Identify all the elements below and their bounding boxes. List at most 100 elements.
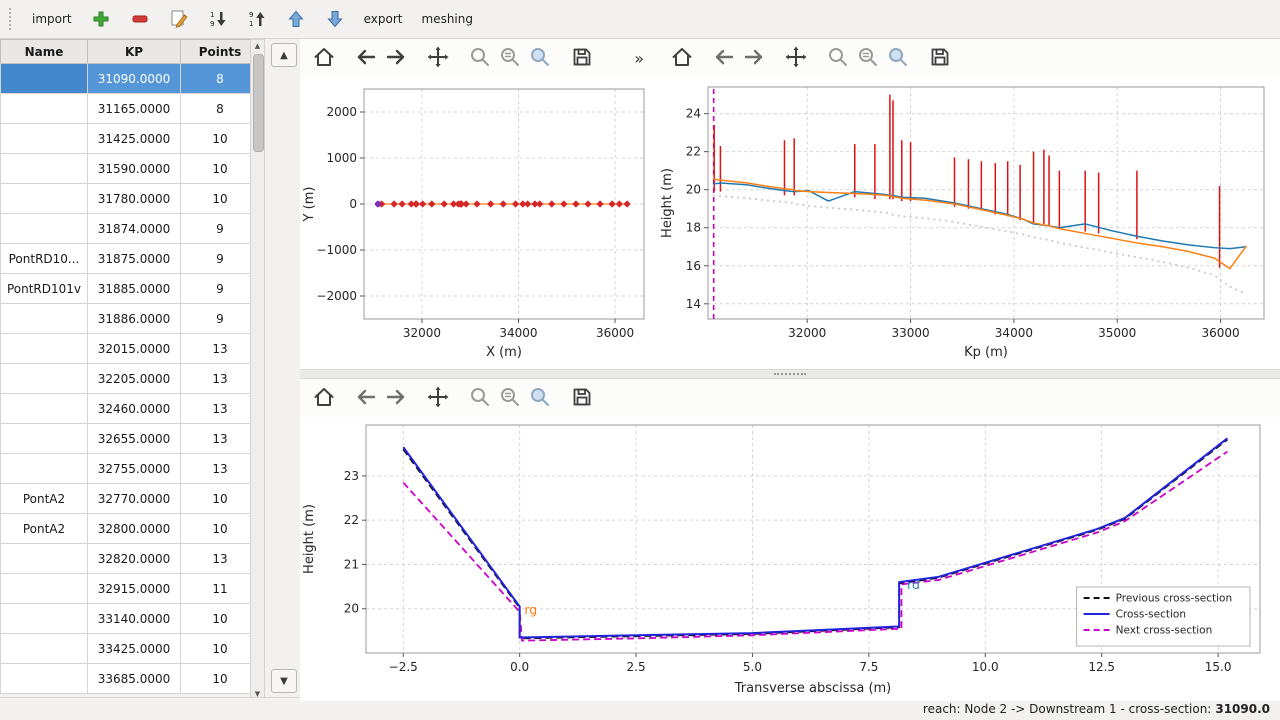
import-button[interactable]: import (23, 4, 81, 34)
table-row[interactable]: 32015.000013 (1, 334, 260, 364)
scrollbar-thumb[interactable] (253, 54, 264, 152)
name-cell[interactable] (1, 604, 88, 634)
kp-cell[interactable]: 32770.0000 (88, 484, 181, 514)
points-cell[interactable]: 11 (181, 574, 260, 604)
table-row[interactable]: 32820.000013 (1, 544, 260, 574)
table-row[interactable]: 31874.00009 (1, 214, 260, 244)
pan-button[interactable] (782, 44, 810, 72)
meshing-button[interactable]: meshing (413, 4, 483, 34)
table-row[interactable]: PontRD101v31885.00009 (1, 274, 260, 304)
kp-cell[interactable]: 31886.0000 (88, 304, 181, 334)
scroll-page-up-button[interactable]: ▲ (271, 43, 297, 67)
profile-figure[interactable]: 3200033000340003500036000141618202224Kp … (658, 77, 1280, 369)
name-cell[interactable] (1, 94, 88, 124)
toolbar-overflow-chevron[interactable]: » (630, 49, 648, 68)
subplots-config-button[interactable] (496, 384, 524, 412)
name-cell[interactable] (1, 454, 88, 484)
scrollbar-track[interactable] (252, 52, 263, 688)
horizontal-splitter[interactable] (300, 369, 1280, 379)
table-row[interactable]: 31780.000010 (1, 184, 260, 214)
kp-cell[interactable]: 32800.0000 (88, 514, 181, 544)
name-cell[interactable]: PontA2 (1, 514, 88, 544)
sort-descending-button[interactable]: 19 (199, 4, 237, 34)
scroll-up-arrow-icon[interactable]: ▲ (252, 40, 263, 52)
move-down-button[interactable] (316, 4, 354, 34)
points-cell[interactable]: 9 (181, 244, 260, 274)
name-cell[interactable] (1, 304, 88, 334)
zoom-rect-button[interactable] (824, 44, 852, 72)
zoom-rect-button[interactable] (466, 384, 494, 412)
name-cell[interactable] (1, 424, 88, 454)
name-cell[interactable]: PontRD10... (1, 244, 88, 274)
table-scrollbar[interactable]: ▲ ▼ (250, 39, 265, 697)
back-button[interactable] (352, 384, 380, 412)
name-cell[interactable] (1, 184, 88, 214)
sort-ascending-button[interactable]: 91 (238, 4, 276, 34)
name-cell[interactable] (1, 634, 88, 664)
pan-button[interactable] (424, 44, 452, 72)
forward-button[interactable] (382, 384, 410, 412)
kp-cell[interactable]: 31874.0000 (88, 214, 181, 244)
subplots-config-button[interactable] (854, 44, 882, 72)
move-up-button[interactable] (277, 4, 315, 34)
kp-cell[interactable]: 33685.0000 (88, 664, 181, 694)
cross-section-figure[interactable]: −2.50.02.55.07.510.012.515.020212223rgrd… (300, 417, 1280, 701)
table-row[interactable]: PontA232770.000010 (1, 484, 260, 514)
kp-cell[interactable]: 32820.0000 (88, 544, 181, 574)
kp-cell[interactable]: 33425.0000 (88, 634, 181, 664)
table-row[interactable]: 32915.000011 (1, 574, 260, 604)
column-header-name[interactable]: Name (1, 40, 88, 64)
points-cell[interactable]: 10 (181, 604, 260, 634)
points-cell[interactable]: 13 (181, 544, 260, 574)
table-row[interactable]: PontA232800.000010 (1, 514, 260, 544)
save-figure-button[interactable] (926, 44, 954, 72)
pan-button[interactable] (424, 384, 452, 412)
name-cell[interactable] (1, 154, 88, 184)
name-cell[interactable]: PontA2 (1, 484, 88, 514)
scroll-down-arrow-icon[interactable]: ▼ (252, 688, 263, 697)
points-cell[interactable]: 10 (181, 664, 260, 694)
toolbar-handle[interactable] (9, 8, 17, 30)
name-cell[interactable] (1, 394, 88, 424)
kp-cell[interactable]: 31885.0000 (88, 274, 181, 304)
customize-button[interactable] (884, 44, 912, 72)
table-row[interactable]: 33140.000010 (1, 604, 260, 634)
save-figure-button[interactable] (568, 384, 596, 412)
points-cell[interactable]: 8 (181, 64, 260, 94)
kp-cell[interactable]: 32015.0000 (88, 334, 181, 364)
table-row[interactable]: 32755.000013 (1, 454, 260, 484)
kp-cell[interactable]: 32915.0000 (88, 574, 181, 604)
table-row[interactable]: 32460.000013 (1, 394, 260, 424)
scroll-page-down-button[interactable]: ▼ (271, 669, 297, 693)
table-row[interactable]: 33425.000010 (1, 634, 260, 664)
export-button[interactable]: export (355, 4, 412, 34)
points-cell[interactable]: 13 (181, 454, 260, 484)
kp-cell[interactable]: 31875.0000 (88, 244, 181, 274)
home-button[interactable] (310, 44, 338, 72)
table-row[interactable]: 32205.000013 (1, 364, 260, 394)
kp-cell[interactable]: 31090.0000 (88, 64, 181, 94)
customize-button[interactable] (526, 44, 554, 72)
add-cross-section-button[interactable] (82, 4, 120, 34)
points-cell[interactable]: 10 (181, 124, 260, 154)
points-cell[interactable]: 13 (181, 424, 260, 454)
back-button[interactable] (352, 44, 380, 72)
table-row[interactable]: 32655.000013 (1, 424, 260, 454)
kp-cell[interactable]: 32655.0000 (88, 424, 181, 454)
kp-cell[interactable]: 31165.0000 (88, 94, 181, 124)
table-row[interactable]: 33685.000010 (1, 664, 260, 694)
kp-cell[interactable]: 32755.0000 (88, 454, 181, 484)
points-cell[interactable]: 10 (181, 514, 260, 544)
kp-cell[interactable]: 31590.0000 (88, 154, 181, 184)
kp-cell[interactable]: 32460.0000 (88, 394, 181, 424)
points-cell[interactable]: 8 (181, 94, 260, 124)
kp-cell[interactable]: 32205.0000 (88, 364, 181, 394)
home-button[interactable] (310, 384, 338, 412)
table-row[interactable]: 31425.000010 (1, 124, 260, 154)
points-cell[interactable]: 10 (181, 154, 260, 184)
zoom-rect-button[interactable] (466, 44, 494, 72)
name-cell[interactable]: PontRD101v (1, 274, 88, 304)
column-header-points[interactable]: Points (181, 40, 260, 64)
back-button[interactable] (710, 44, 738, 72)
points-cell[interactable]: 9 (181, 214, 260, 244)
